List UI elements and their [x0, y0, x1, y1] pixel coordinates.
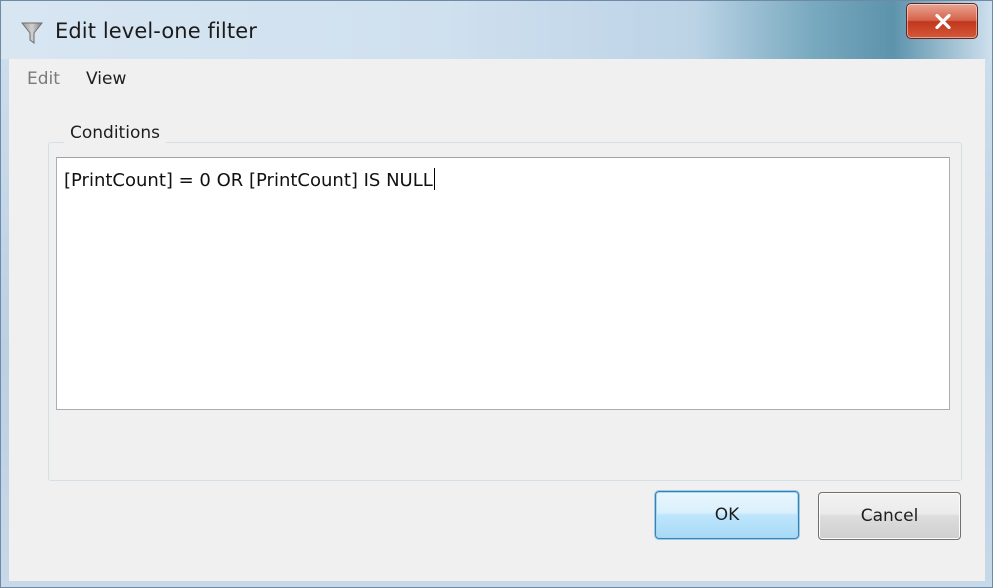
- close-button[interactable]: [906, 3, 978, 39]
- dialog-client-area: Edit View Conditions [PrintCount] = 0 OR…: [9, 59, 985, 581]
- menu-bar: Edit View: [9, 59, 985, 101]
- menu-edit[interactable]: Edit: [27, 69, 60, 89]
- ok-button[interactable]: OK: [655, 491, 799, 539]
- conditions-text: [PrintCount] = 0 OR [PrintCount] IS NULL: [64, 170, 433, 191]
- close-icon: [935, 14, 951, 29]
- menu-view[interactable]: View: [86, 69, 126, 89]
- title-bar[interactable]: Edit level-one filter: [1, 1, 992, 59]
- cancel-button[interactable]: Cancel: [818, 492, 961, 540]
- conditions-group-label: Conditions: [64, 123, 166, 143]
- conditions-textarea[interactable]: [PrintCount] = 0 OR [PrintCount] IS NULL: [56, 157, 950, 410]
- dialog-window: Edit level-one filter Edit View Conditio…: [0, 0, 993, 588]
- window-title: Edit level-one filter: [55, 19, 257, 43]
- filter-funnel-icon: [20, 21, 44, 45]
- text-caret: [433, 168, 435, 190]
